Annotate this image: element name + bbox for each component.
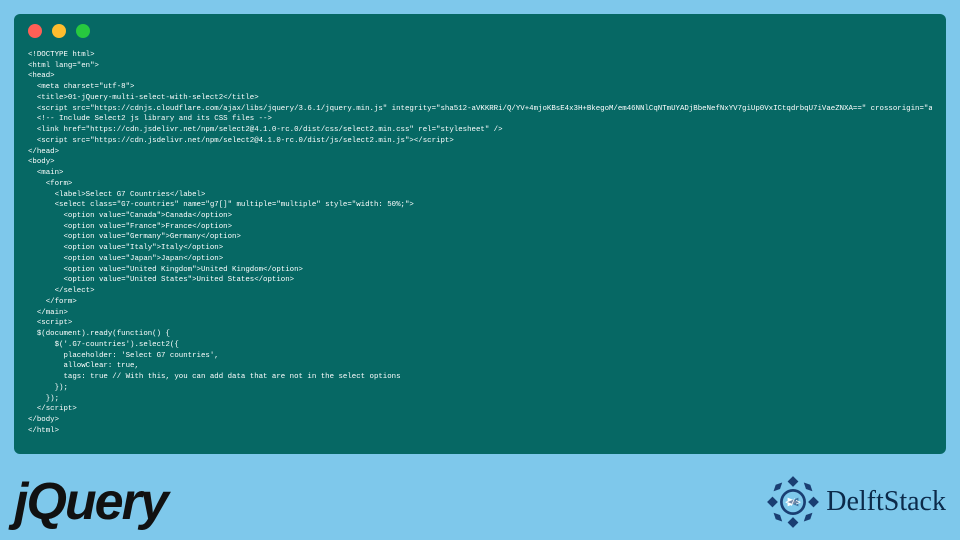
code-block: <!DOCTYPE html> <html lang="en"> <head> … <box>28 50 932 436</box>
minimize-icon[interactable] <box>52 24 66 38</box>
code-terminal: <!DOCTYPE html> <html lang="en"> <head> … <box>14 14 946 454</box>
maximize-icon[interactable] <box>76 24 90 38</box>
delftstack-logo: </> DelftStack <box>766 475 946 529</box>
close-icon[interactable] <box>28 24 42 38</box>
svg-text:</>: </> <box>785 498 801 508</box>
delftstack-text: DelftStack <box>826 486 946 518</box>
jquery-logo: jQuery <box>14 472 167 532</box>
window-controls <box>28 24 932 38</box>
delftstack-icon: </> <box>766 475 820 529</box>
footer: jQuery </> DelftStack <box>14 472 946 532</box>
